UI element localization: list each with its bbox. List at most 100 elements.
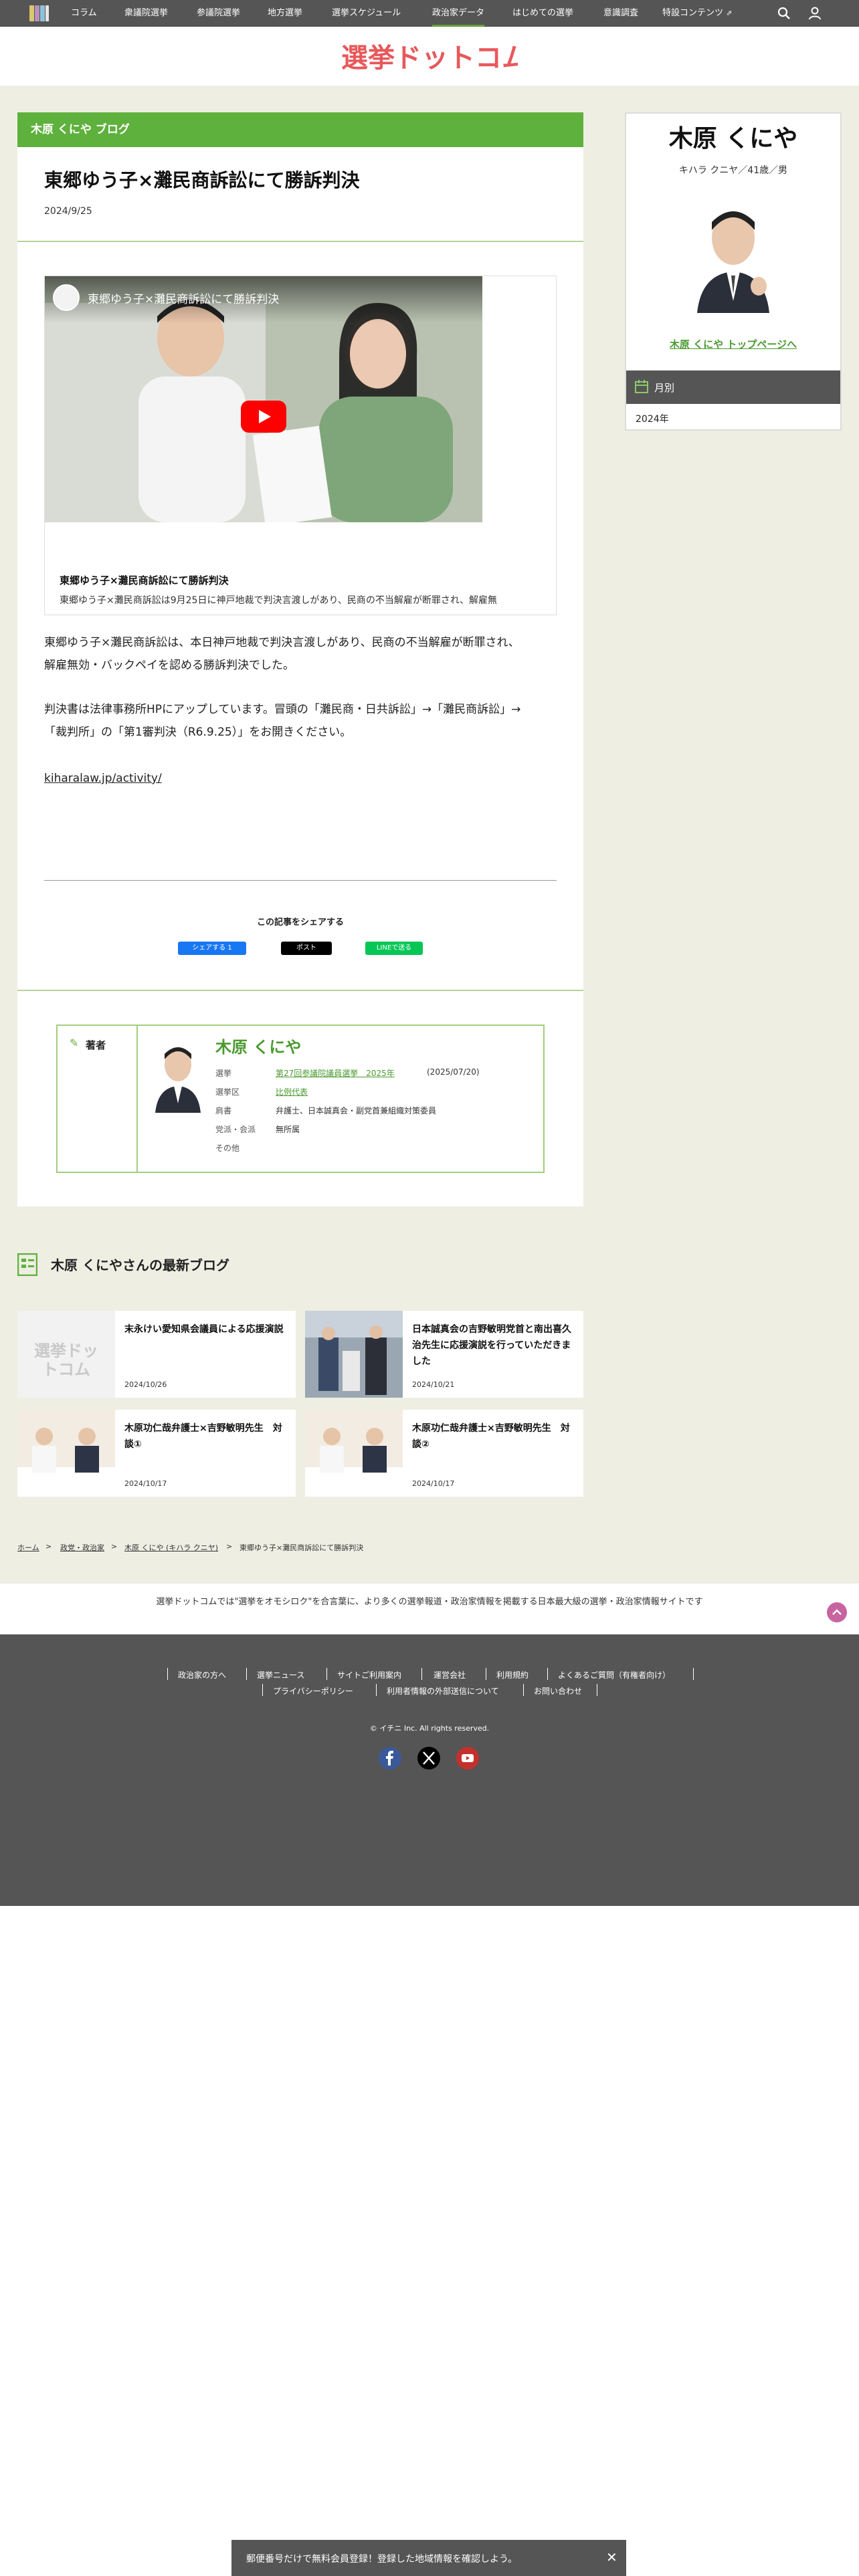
monthly-archive-label: 月別 bbox=[654, 382, 675, 394]
footer-separator bbox=[693, 1668, 694, 1680]
politician-sidebar: 木原 くにや キハラ クニヤ／41歳／男 木原 くにや トップページへ 月別 2… bbox=[625, 112, 842, 431]
blog-card[interactable]: 木原功仁哉弁護士×吉野敏明先生 対談① 2024/10/17 bbox=[17, 1410, 296, 1497]
body-paragraph-2-line-2: 「裁判所」の「第1審判決（R6.9.25）」をお開きください。 bbox=[44, 726, 352, 739]
footer-separator bbox=[167, 1668, 168, 1680]
author-name[interactable]: 木原 くにや bbox=[215, 1034, 301, 1057]
card-thumbnail bbox=[305, 1311, 403, 1398]
archive-year-2024[interactable]: 2024年 bbox=[636, 412, 669, 425]
card-date: 2024/10/21 bbox=[412, 1380, 455, 1389]
line-share-button[interactable]: LINEで送る bbox=[365, 942, 423, 955]
footer-separator bbox=[376, 1684, 377, 1696]
breadcrumb-separator: > bbox=[111, 1542, 118, 1551]
card-date: 2024/10/17 bbox=[412, 1479, 455, 1488]
facebook-share-label: シェアする 1 bbox=[192, 944, 232, 952]
nav-item-special[interactable]: 特設コンテンツ ⇗ bbox=[662, 0, 732, 27]
share-heading: この記事をシェアする bbox=[256, 918, 344, 928]
author-box: ✎ 著者 木原 くにや 選挙 第27回参議院議員選挙 2025年 (2025/0… bbox=[56, 1025, 545, 1173]
body-paragraph-1-line-2: 解雇無効・バックペイを認める勝訴判決でした。 bbox=[44, 659, 294, 672]
author-party-key: 党派・会派 bbox=[215, 1125, 256, 1134]
footer-link-contact[interactable]: お問い合わせ bbox=[534, 1685, 582, 1697]
banner-text[interactable]: 郵便番号だけで無料会員登録！登録した地域情報を確認しよう。 bbox=[246, 2552, 517, 2565]
author-label: 著者 bbox=[86, 1039, 106, 1051]
footer-separator bbox=[421, 1668, 422, 1680]
nav-item-politicians[interactable]: 政治家データ bbox=[432, 0, 485, 27]
placeholder-logo-text: 選挙ドットコム bbox=[34, 1341, 98, 1379]
blog-category-header[interactable]: 木原 くにや ブログ bbox=[17, 112, 583, 147]
footer-link-terms[interactable]: 利用規約 bbox=[496, 1669, 529, 1681]
nav-item-sangiin[interactable]: 参議院選挙 bbox=[197, 0, 240, 27]
member-registration-banner[interactable]: 郵便番号だけで無料会員登録！登録した地域情報を確認しよう。 ✕ bbox=[231, 2540, 626, 2576]
line-share-label: LINEで送る bbox=[376, 944, 412, 952]
author-district-link[interactable]: 比例代表 bbox=[276, 1086, 308, 1097]
video-player[interactable]: 東郷ゆう子×灘民商訴訟にて勝訴判決 bbox=[45, 276, 482, 522]
card-date: 2024/10/26 bbox=[124, 1380, 167, 1389]
search-icon[interactable] bbox=[776, 5, 792, 21]
embed-description: 東郷ゆう子×灘民商訴訟は9月25日に神戸地裁で判決言渡しがあり、民商の不当解雇が… bbox=[60, 595, 498, 606]
footer-link-guide[interactable]: サイトご利用案内 bbox=[337, 1669, 401, 1681]
site-footer bbox=[0, 1634, 859, 1906]
footer-link-for-politicians[interactable]: 政治家の方へ bbox=[178, 1669, 226, 1681]
post-date: 2024/9/25 bbox=[44, 206, 92, 217]
play-button-icon[interactable] bbox=[241, 401, 286, 433]
author-title-key: 肩書 bbox=[215, 1106, 232, 1115]
copyright: © イチニ Inc. All rights reserved. bbox=[369, 1724, 490, 1733]
kiharalaw-link[interactable]: kiharalaw.jp/activity/ bbox=[44, 772, 162, 785]
nav-item-column[interactable]: コラム bbox=[71, 0, 97, 27]
divider bbox=[17, 241, 583, 242]
facebook-share-button[interactable]: シェアする 1 bbox=[178, 942, 246, 955]
breadcrumb-politician[interactable]: 木原 くにや (キハラ クニヤ) bbox=[124, 1542, 218, 1553]
body-paragraph-1-line-1: 東郷ゆう子×灘民商訴訟は、本日神戸地裁で判決言渡しがあり、民商の不当解雇が断罪さ… bbox=[44, 636, 520, 649]
footer-link-external-transmission[interactable]: 利用者情報の外部送信について bbox=[387, 1685, 499, 1697]
footer-separator bbox=[547, 1668, 548, 1680]
nav-item-special-label: 特設コンテンツ bbox=[662, 8, 724, 18]
card-title: 日本誠真会の吉野敏明党首と南出喜久治先生に応援演説を行っていただきました bbox=[412, 1324, 571, 1367]
site-logo[interactable]: 選挙ドットコム bbox=[341, 39, 518, 75]
footer-separator bbox=[326, 1668, 327, 1680]
x-twitter-icon[interactable] bbox=[417, 1747, 440, 1769]
video-title[interactable]: 東郷ゆう子×灘民商訴訟にて勝訴判決 bbox=[88, 290, 279, 306]
blog-card[interactable]: 日本誠真会の吉野敏明党首と南出喜久治先生に応援演説を行っていただきました 202… bbox=[305, 1311, 583, 1398]
article-card: 木原 くにや ブログ 東郷ゆう子×灘民商訴訟にて勝訴判決 2024/9/25 東… bbox=[17, 112, 583, 1206]
home-grid-icon[interactable] bbox=[29, 5, 50, 21]
breadcrumb-parties[interactable]: 政党・政治家 bbox=[60, 1542, 104, 1553]
channel-avatar[interactable] bbox=[53, 284, 80, 311]
footer-link-faq[interactable]: よくあるご質問（有権者向け） bbox=[558, 1669, 670, 1681]
sidebar-kana-age-gender: キハラ クニヤ／41歳／男 bbox=[678, 165, 788, 176]
author-election-key: 選挙 bbox=[215, 1069, 232, 1078]
footer-separator bbox=[262, 1684, 263, 1696]
card-title: 木原功仁哉弁護士×吉野敏明先生 対談② bbox=[412, 1423, 570, 1450]
author-label-cell: ✎ 著者 bbox=[58, 1026, 138, 1172]
politician-top-page-link[interactable]: 木原 くにや トップページへ bbox=[626, 337, 840, 351]
user-icon[interactable] bbox=[807, 5, 823, 21]
page-title: 東郷ゆう子×灘民商訴訟にて勝訴判決 bbox=[44, 169, 360, 191]
breadcrumb-home[interactable]: ホーム bbox=[17, 1542, 39, 1553]
youtube-embed-card[interactable]: 東郷ゆう子×灘民商訴訟にて勝訴判決 東郷ゆう子×灘民商訴訟にて勝訴判決 東郷ゆう… bbox=[44, 276, 557, 615]
blog-card[interactable]: 木原功仁哉弁護士×吉野敏明先生 対談② 2024/10/17 bbox=[305, 1410, 583, 1497]
close-icon[interactable]: ✕ bbox=[606, 2549, 617, 2565]
nav-item-shugiin[interactable]: 衆議院選挙 bbox=[124, 0, 168, 27]
x-post-button[interactable]: ポスト bbox=[281, 942, 332, 955]
scroll-to-top-button[interactable] bbox=[827, 1602, 847, 1622]
nav-item-local[interactable]: 地方選挙 bbox=[268, 0, 302, 27]
author-election-date: (2025/07/20) bbox=[427, 1067, 480, 1077]
nav-item-survey[interactable]: 意識調査 bbox=[603, 0, 638, 27]
footer-link-news[interactable]: 選挙ニュース bbox=[257, 1669, 304, 1681]
author-other-key: その他 bbox=[215, 1144, 240, 1153]
footer-link-privacy[interactable]: プライバシーポリシー bbox=[273, 1685, 353, 1697]
author-photo bbox=[151, 1039, 205, 1113]
facebook-icon[interactable] bbox=[379, 1747, 401, 1769]
blog-card[interactable]: 選挙ドットコム 末永けい愛知県会議員による応援演説 2024/10/26 bbox=[17, 1311, 296, 1398]
breadcrumb-current: 東郷ゆう子×灘民商訴訟にて勝訴判決 bbox=[240, 1543, 364, 1552]
footer-link-company[interactable]: 運営会社 bbox=[434, 1669, 466, 1681]
nav-item-schedule[interactable]: 選挙スケジュール bbox=[332, 0, 401, 27]
nav-item-first-election[interactable]: はじめての選挙 bbox=[512, 0, 573, 27]
card-date: 2024/10/17 bbox=[124, 1479, 167, 1488]
embed-title[interactable]: 東郷ゆう子×灘民商訴訟にて勝訴判決 bbox=[60, 573, 229, 587]
youtube-icon[interactable] bbox=[456, 1747, 479, 1769]
author-election-link[interactable]: 第27回参議院議員選挙 2025年 bbox=[276, 1067, 395, 1079]
footer-separator bbox=[523, 1684, 524, 1696]
author-party-value: 無所属 bbox=[276, 1125, 300, 1134]
author-title-value: 弁護士、日本誠真会・副党首兼組織対策委員 bbox=[276, 1106, 437, 1115]
politician-photo[interactable] bbox=[692, 201, 775, 313]
pencil-icon: ✎ bbox=[70, 1037, 79, 1049]
